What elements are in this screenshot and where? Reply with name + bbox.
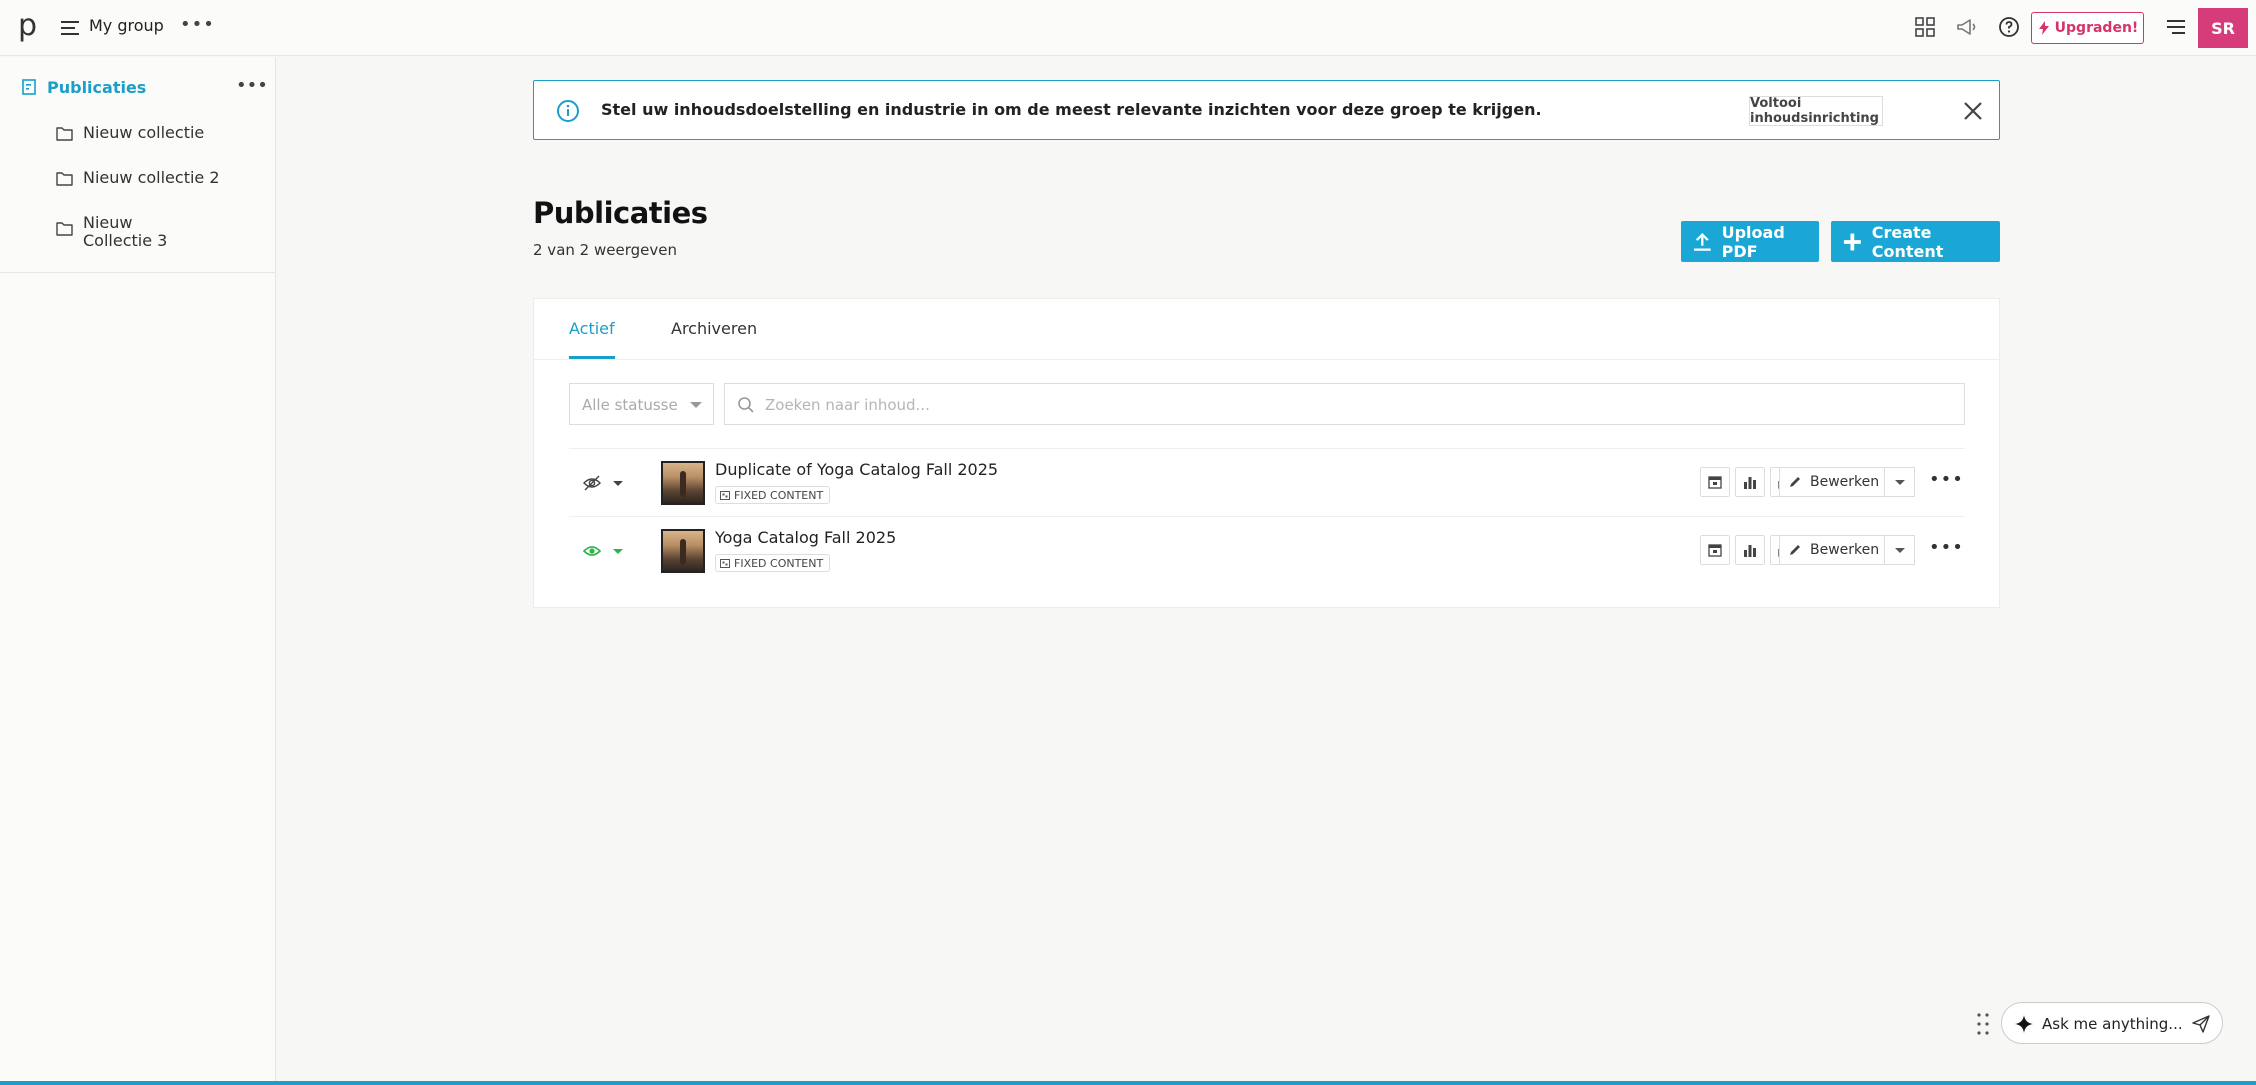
megaphone-icon[interactable] (1955, 15, 1979, 39)
menu-icon[interactable] (60, 18, 80, 38)
status-filter-value: Alle statusse (582, 396, 678, 414)
calendar-icon (1708, 476, 1722, 489)
visibility-caret-icon[interactable] (613, 549, 623, 554)
edit-dropdown-button[interactable] (1885, 467, 1915, 497)
chevron-down-icon (1895, 480, 1905, 485)
analytics-button[interactable] (1735, 467, 1765, 497)
sidebar-divider (0, 272, 276, 273)
grid-badge-icon (720, 490, 730, 500)
sidebar-item-label: Nieuw collectie 2 (83, 168, 220, 187)
schedule-button[interactable] (1700, 467, 1730, 497)
row-more-button[interactable]: ••• (1929, 469, 1964, 490)
publication-thumbnail[interactable] (661, 529, 705, 573)
eye-off-icon[interactable] (583, 475, 601, 491)
drag-handle-icon[interactable] (1976, 1012, 1990, 1036)
sidebar-item-label: Nieuw collectie (83, 123, 205, 142)
lightning-icon (2038, 21, 2049, 35)
fixed-content-badge: FIXED CONTENT (715, 554, 831, 572)
publication-title[interactable]: Yoga Catalog Fall 2025 (715, 528, 896, 547)
tabs-divider (534, 359, 2001, 360)
fixed-content-badge: FIXED CONTENT (715, 486, 831, 504)
edit-button[interactable]: Bewerken (1779, 535, 1885, 565)
content-card: Actief Archiveren Alle statusse Duplicat… (533, 298, 2001, 608)
pencil-icon (1790, 477, 1800, 487)
menu-lines-icon[interactable] (2164, 15, 2188, 39)
folder-icon (56, 127, 73, 141)
edit-label: Bewerken (1810, 474, 1880, 490)
group-name[interactable]: My group (89, 16, 164, 35)
pencil-icon (1790, 545, 1800, 555)
upload-pdf-label: Upload PDF (1721, 222, 1785, 261)
send-icon[interactable] (2192, 1015, 2210, 1033)
page-title: Publicaties (533, 196, 708, 230)
sparkle-icon (2015, 1015, 2033, 1033)
folder-icon (56, 172, 73, 186)
sidebar-header-label: Publicaties (47, 78, 147, 97)
upload-icon (1693, 232, 1711, 251)
ask-placeholder: Ask me anything... (2042, 1015, 2183, 1033)
plus-icon (1843, 233, 1861, 250)
tab-archiveren[interactable]: Archiveren (671, 319, 757, 338)
sidebar-header-publicaties[interactable]: Publicaties ••• (20, 75, 268, 101)
help-icon[interactable] (1997, 15, 2021, 39)
chevron-down-icon (1895, 548, 1905, 553)
search-box (724, 383, 1965, 425)
top-bar: p My group ••• Upgraden! SR (0, 0, 2256, 56)
publication-title[interactable]: Duplicate of Yoga Catalog Fall 2025 (715, 460, 998, 479)
badge-label: FIXED CONTENT (734, 488, 824, 502)
schedule-button[interactable] (1700, 535, 1730, 565)
publication-thumbnail[interactable] (661, 461, 705, 505)
result-count: 2 van 2 weergeven (533, 241, 677, 259)
apps-grid-icon[interactable] (1913, 15, 1937, 39)
status-filter-select[interactable]: Alle statusse (569, 383, 714, 425)
close-icon[interactable] (1961, 99, 1985, 123)
analytics-button[interactable] (1735, 535, 1765, 565)
chevron-down-icon (690, 402, 702, 408)
folder-icon (56, 222, 73, 236)
table-row[interactable]: Yoga Catalog Fall 2025 FIXED CONTENT Bew… (569, 516, 1965, 584)
complete-setup-button[interactable]: Voltooi inhoudsinrichting (1749, 96, 1883, 126)
group-more-button[interactable]: ••• (180, 14, 215, 35)
banner-message: Stel uw inhoudsdoelstelling en industrie… (601, 100, 1542, 119)
row-more-button[interactable]: ••• (1929, 537, 1964, 558)
bottom-accent-line (0, 1081, 2256, 1085)
avatar[interactable]: SR (2198, 8, 2248, 48)
bar-chart-icon (1744, 545, 1756, 557)
upload-pdf-button[interactable]: Upload PDF (1681, 221, 1819, 262)
create-content-label: Create Content (1871, 222, 1944, 261)
ask-assistant-bar[interactable]: Ask me anything... (2001, 1002, 2223, 1044)
sidebar: Publicaties ••• Nieuw collectie Nieuw co… (0, 57, 276, 1085)
tab-actief[interactable]: Actief (569, 319, 615, 338)
publication-icon (22, 79, 36, 95)
setup-banner: Stel uw inhoudsdoelstelling en industrie… (533, 80, 2000, 140)
bar-chart-icon (1744, 477, 1756, 489)
table-row[interactable]: Duplicate of Yoga Catalog Fall 2025 FIXE… (569, 448, 1965, 516)
search-input[interactable] (765, 392, 1945, 418)
grid-badge-icon (720, 558, 730, 568)
edit-dropdown-button[interactable] (1885, 535, 1915, 565)
upgrade-button[interactable]: Upgraden! (2031, 12, 2144, 44)
edit-label: Bewerken (1810, 542, 1880, 558)
sidebar-item-label: Nieuw Collectie 3 (83, 213, 168, 250)
info-icon (557, 100, 579, 122)
sidebar-more-button[interactable]: ••• (236, 75, 268, 96)
visibility-caret-icon[interactable] (613, 481, 623, 486)
eye-icon[interactable] (583, 543, 601, 559)
upgrade-label: Upgraden! (2054, 20, 2139, 36)
search-icon (738, 397, 754, 413)
app-logo[interactable]: p (18, 10, 42, 44)
badge-label: FIXED CONTENT (734, 556, 824, 570)
calendar-icon (1708, 544, 1722, 557)
edit-button[interactable]: Bewerken (1779, 467, 1885, 497)
create-content-button[interactable]: Create Content (1831, 221, 2000, 262)
